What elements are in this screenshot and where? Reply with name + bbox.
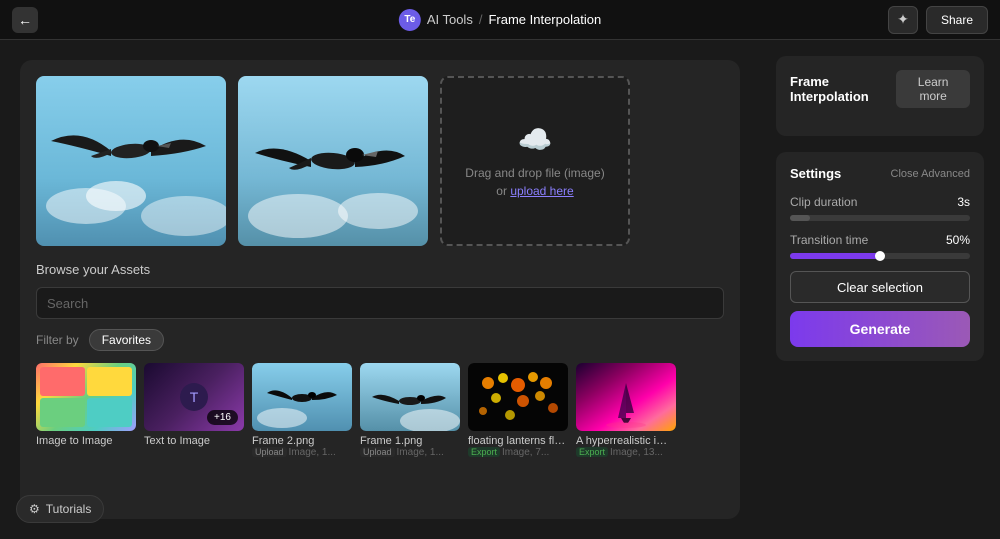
clip-duration-label: Clip duration xyxy=(790,195,857,209)
sparkle-button[interactable]: ✦ xyxy=(888,6,918,34)
asset-name: Frame 1.png xyxy=(360,435,460,447)
image-row: ☁️ Drag and drop file (image) or upload … xyxy=(36,76,724,246)
list-item[interactable]: T +16 Text to Image xyxy=(144,363,244,458)
asset-name: floating lanterns fl.jpg xyxy=(468,435,568,447)
avatar: Te xyxy=(399,9,421,31)
favorites-filter[interactable]: Favorites xyxy=(89,329,164,351)
settings-header: Settings Close Advanced xyxy=(790,166,970,181)
tutorials-button[interactable]: ⚙ Tutorials xyxy=(16,495,104,523)
media-panel: ☁️ Drag and drop file (image) or upload … xyxy=(20,60,740,519)
asset-name: A hyperrealistic ima... xyxy=(576,435,676,447)
header-left: ← xyxy=(12,7,38,33)
content-area: ☁️ Drag and drop file (image) or upload … xyxy=(0,40,760,539)
asset-count-badge: +16 xyxy=(207,410,238,425)
transition-time-label-row: Transition time 50% xyxy=(790,233,970,247)
clip-duration-fill xyxy=(790,215,810,221)
image-slot-1[interactable] xyxy=(36,76,226,246)
frame-interpolation-card: Frame Interpolation Learn more xyxy=(776,56,984,136)
asset-name: Frame 2.png xyxy=(252,435,352,447)
search-input[interactable] xyxy=(36,287,724,319)
transition-time-row: Transition time 50% xyxy=(790,233,970,259)
asset-thumbnail: T +16 xyxy=(144,363,244,431)
app-header: ← Te AI Tools / Frame Interpolation ✦ Sh… xyxy=(0,0,1000,40)
breadcrumb-link[interactable]: AI Tools xyxy=(427,12,473,27)
transition-time-fill xyxy=(790,253,880,259)
filter-by-label: Filter by xyxy=(36,333,79,347)
clear-selection-button[interactable]: Clear selection xyxy=(790,271,970,303)
page-title: Frame Interpolation xyxy=(488,12,601,27)
image-slot-2[interactable] xyxy=(238,76,428,246)
tutorials-label: Tutorials xyxy=(46,502,92,516)
learn-more-button[interactable]: Learn more xyxy=(896,70,970,108)
asset-meta: UploadImage, 1... xyxy=(360,447,460,458)
list-item[interactable]: floating lanterns fl.jpg ExportImage, 7.… xyxy=(468,363,568,458)
list-item[interactable]: Frame 2.png UploadImage, 1... xyxy=(252,363,352,458)
asset-meta: ExportImage, 7... xyxy=(468,447,568,458)
asset-meta: ExportImage, 13... xyxy=(576,447,676,458)
browse-label: Browse your Assets xyxy=(36,262,724,277)
transition-time-label: Transition time xyxy=(790,233,868,247)
drop-zone[interactable]: ☁️ Drag and drop file (image) or upload … xyxy=(440,76,630,246)
list-item[interactable]: A hyperrealistic ima... ExportImage, 13.… xyxy=(576,363,676,458)
asset-name: Image to Image xyxy=(36,435,136,447)
browse-section: Browse your Assets Filter by Favorites xyxy=(36,262,724,458)
asset-thumbnail xyxy=(468,363,568,431)
slider-thumb xyxy=(875,251,885,261)
asset-meta: UploadImage, 1... xyxy=(252,447,352,458)
settings-title: Settings xyxy=(790,166,841,181)
asset-name: Text to Image xyxy=(144,435,244,447)
close-advanced-button[interactable]: Close Advanced xyxy=(891,168,971,180)
tutorials-icon: ⚙ xyxy=(29,502,40,516)
panel-header: Frame Interpolation Learn more xyxy=(790,70,970,108)
breadcrumb-separator: / xyxy=(479,12,483,27)
main-content: ☁️ Drag and drop file (image) or upload … xyxy=(0,40,1000,539)
asset-thumbnail xyxy=(576,363,676,431)
list-item[interactable]: Frame 1.png UploadImage, 1... xyxy=(360,363,460,458)
asset-thumbnail xyxy=(360,363,460,431)
generate-button[interactable]: Generate xyxy=(790,311,970,347)
asset-grid: Image to Image T +16 xyxy=(36,363,724,458)
asset-thumbnail xyxy=(252,363,352,431)
transition-time-slider[interactable] xyxy=(790,253,970,259)
upload-icon: ☁️ xyxy=(518,123,553,156)
settings-card: Settings Close Advanced Clip duration 3s… xyxy=(776,152,984,361)
right-panel: Frame Interpolation Learn more Settings … xyxy=(760,40,1000,539)
clip-duration-row: Clip duration 3s xyxy=(790,195,970,221)
drop-zone-text: Drag and drop file (image) or upload her… xyxy=(465,164,604,200)
filter-row: Filter by Favorites xyxy=(36,329,724,351)
list-item[interactable]: Image to Image xyxy=(36,363,136,458)
header-right: ✦ Share xyxy=(888,6,988,34)
back-button[interactable]: ← xyxy=(12,7,38,33)
frame-interp-title: Frame Interpolation xyxy=(790,74,896,104)
transition-time-value: 50% xyxy=(946,233,970,247)
breadcrumb: Te AI Tools / Frame Interpolation xyxy=(399,9,601,31)
clip-duration-label-row: Clip duration 3s xyxy=(790,195,970,209)
svg-text:T: T xyxy=(190,389,199,405)
clip-duration-slider[interactable] xyxy=(790,215,970,221)
upload-link[interactable]: upload here xyxy=(510,184,573,198)
share-button[interactable]: Share xyxy=(926,6,988,34)
clip-duration-value: 3s xyxy=(957,195,970,209)
asset-thumbnail xyxy=(36,363,136,431)
